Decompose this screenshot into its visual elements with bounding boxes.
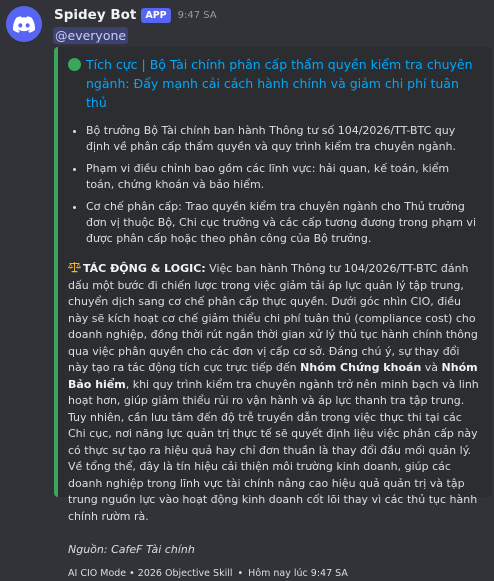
bullet-item: Phạm vi điều chỉnh bao gồm các lĩnh vực:…: [86, 161, 480, 193]
footer-timestamp: Hôm nay lúc 9:47 SA: [248, 568, 348, 579]
bot-avatar[interactable]: [6, 6, 42, 42]
scales-icon: [68, 262, 81, 273]
embed-title-row: Tích cực | Bộ Tài chính phân cấp thẩm qu…: [68, 55, 480, 112]
embed-bullet-list: Bộ trưởng Bộ Tài chính ban hành Thông tư…: [68, 123, 480, 247]
analysis-text: và: [421, 361, 442, 374]
bullet-item: Cơ chế phân cấp: Trao quyền kiểm tra chu…: [86, 199, 480, 247]
everyone-mention[interactable]: @everyone: [53, 27, 129, 44]
analysis-label: TÁC ĐỘNG & LOGIC:: [83, 262, 206, 275]
analysis-text: , khi quy trình kiểm tra chuyên ngành tr…: [68, 377, 479, 523]
securities-group-highlight: Nhóm Chứng khoán: [300, 361, 422, 374]
author-name[interactable]: Spidey Bot: [54, 7, 136, 23]
discord-logo-icon: [13, 15, 35, 33]
embed-card: Tích cực | Bộ Tài chính phân cấp thẩm qu…: [54, 47, 492, 579]
footer-separator: •: [237, 568, 244, 579]
footer-text: AI CIO Mode • 2026 Objective Skill: [68, 568, 233, 579]
embed-title[interactable]: Tích cực | Bộ Tài chính phân cấp thẩm qu…: [86, 55, 480, 112]
green-circle-icon: [68, 58, 81, 71]
app-badge: APP: [141, 7, 171, 23]
source-line: Nguồn: CafeF Tài chính: [68, 543, 195, 556]
message-header: Spidey Bot APP 9:47 SA: [54, 7, 217, 23]
bullet-item: Bộ trưởng Bộ Tài chính ban hành Thông tư…: [86, 123, 480, 155]
analysis-paragraph: TÁC ĐỘNG & LOGIC: Việc ban hành Thông tư…: [68, 261, 480, 525]
message-timestamp[interactable]: 9:47 SA: [178, 10, 217, 21]
embed-footer: AI CIO Mode • 2026 Objective Skill • Hôm…: [68, 567, 480, 581]
analysis-text: Việc ban hành Thông tư 104/2026/TT-BTC đ…: [68, 262, 478, 374]
